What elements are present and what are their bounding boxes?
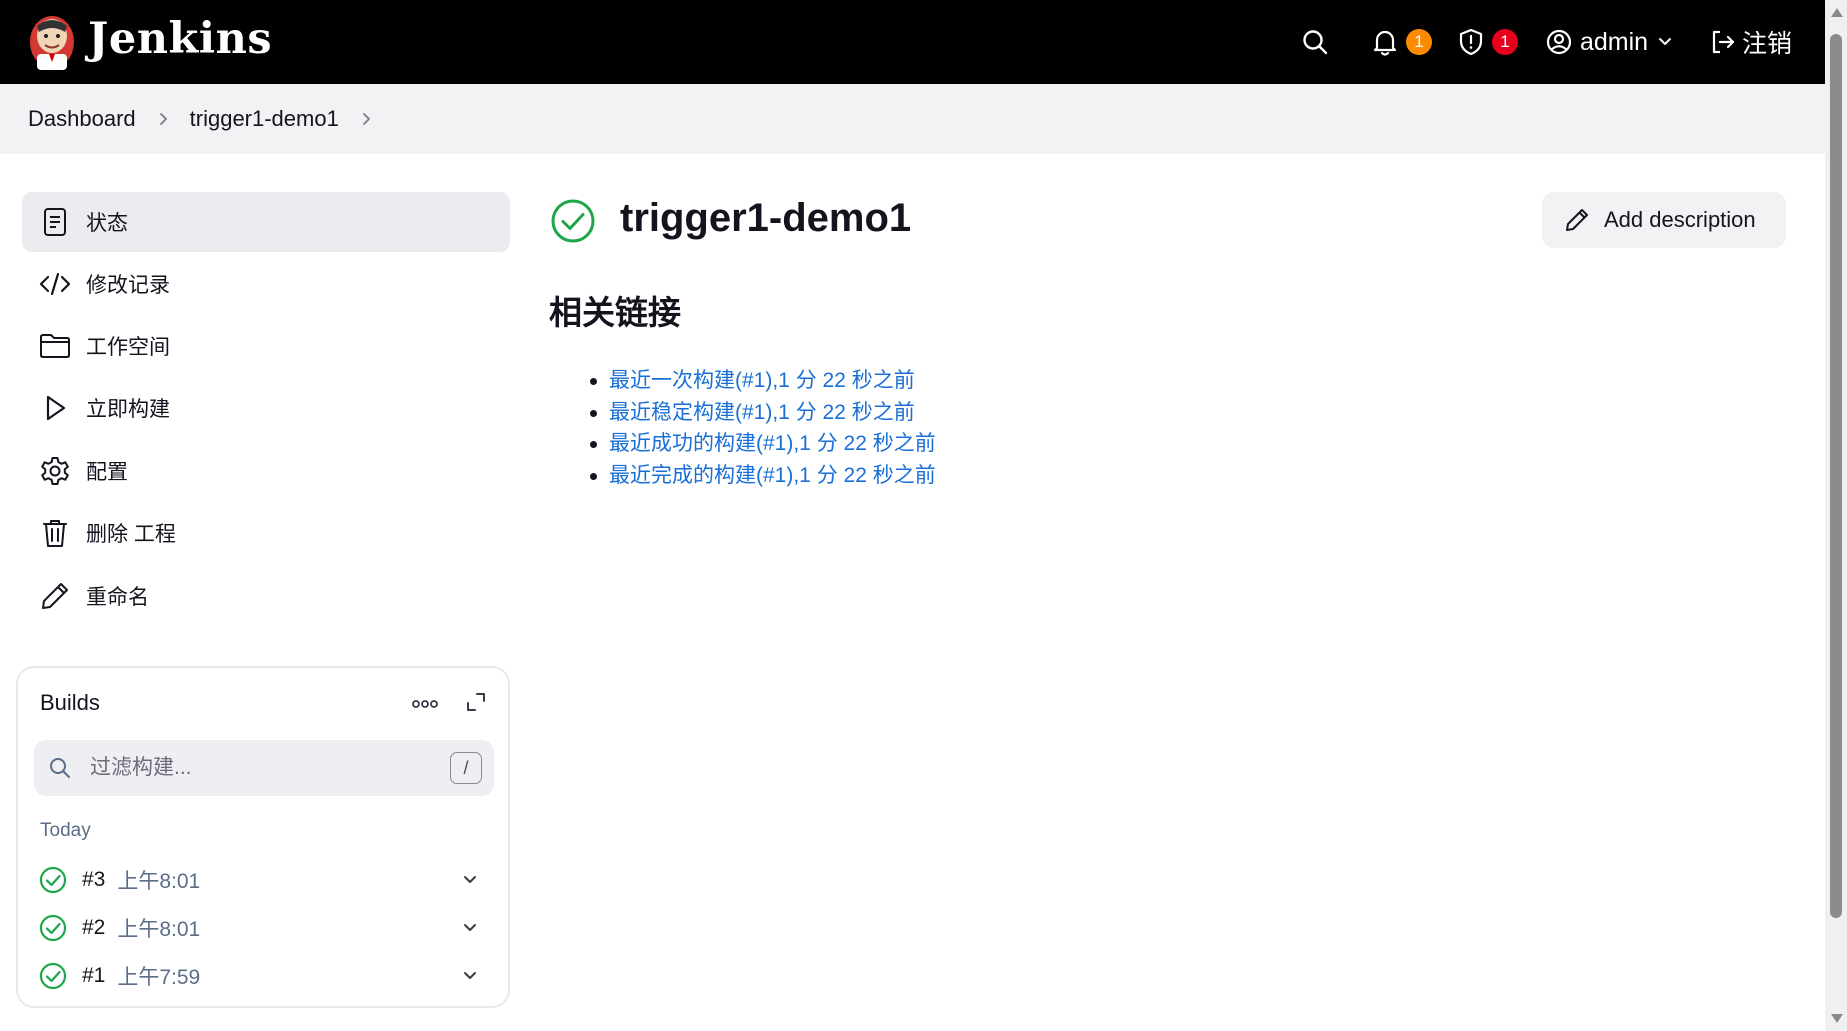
success-check-icon: [39, 914, 67, 942]
build-time: 上午8:01: [117, 918, 201, 941]
sidebar-item-delete-project[interactable]: 删除 工程: [22, 503, 510, 563]
shield-alert-icon: [1459, 28, 1483, 56]
build-number[interactable]: #2: [82, 916, 105, 940]
build-number[interactable]: #3: [82, 868, 105, 892]
search-icon: [50, 758, 70, 778]
more-options-icon[interactable]: [410, 694, 440, 714]
sidebar-item-rename[interactable]: 重命名: [22, 566, 510, 626]
builds-title: Builds: [40, 690, 100, 715]
sidebar-item-build-now[interactable]: 立即构建: [22, 378, 510, 438]
scroll-down-arrow-icon[interactable]: [1831, 1014, 1843, 1023]
build-number[interactable]: #1: [82, 964, 105, 988]
chevron-down-icon: [1659, 38, 1672, 45]
notepad-icon: [38, 205, 72, 239]
sidebar-item-label: 工作空间: [86, 336, 170, 359]
list-item: 最近稳定构建(#1),1 分 22 秒之前: [590, 397, 936, 429]
builds-filter-input[interactable]: [90, 752, 430, 784]
pencil-icon: [1566, 209, 1588, 231]
chevron-down-icon[interactable]: [460, 966, 480, 986]
logout-label: 注销: [1742, 30, 1793, 58]
folder-icon: [38, 329, 72, 363]
sidebar-item-changes[interactable]: 修改记录: [22, 254, 510, 314]
search-icon[interactable]: [1302, 24, 1328, 60]
builds-panel: Builds / Today #3 上午8:01 #2 上午8:01 #1 上午…: [16, 666, 510, 1008]
breadcrumb-job[interactable]: trigger1-demo1: [190, 106, 339, 132]
jenkins-logo-icon[interactable]: [27, 12, 77, 72]
security-button[interactable]: 1: [1458, 24, 1520, 60]
chevron-down-icon[interactable]: [460, 870, 480, 890]
list-item: 最近一次构建(#1),1 分 22 秒之前: [590, 365, 936, 397]
code-icon: [38, 267, 72, 301]
logout-button[interactable]: 注销: [1710, 24, 1792, 60]
builds-search[interactable]: /: [34, 740, 494, 796]
notifications-badge: 1: [1406, 29, 1432, 55]
top-header: Jenkins 1 1 admin 注销: [0, 0, 1825, 84]
list-item: 最近完成的构建(#1),1 分 22 秒之前: [590, 460, 936, 492]
gear-icon: [38, 454, 72, 488]
sidebar-item-label: 删除 工程: [86, 523, 176, 546]
sidebar-item-label: 状态: [86, 212, 128, 235]
permalink-last-completed[interactable]: 最近完成的构建(#1),1 分 22 秒之前: [609, 464, 936, 487]
play-icon: [38, 391, 72, 425]
build-row[interactable]: #1 上午7:59: [38, 956, 494, 996]
build-time: 上午7:59: [117, 966, 201, 989]
success-check-icon: [39, 866, 67, 894]
pencil-icon: [38, 579, 72, 613]
trash-icon: [38, 516, 72, 550]
bell-icon: [1373, 30, 1397, 56]
sidebar-item-label: 立即构建: [86, 398, 170, 421]
section-title: 相关链接: [549, 294, 681, 331]
keyboard-shortcut-hint: /: [450, 752, 482, 784]
page-title: trigger1-demo1: [620, 196, 912, 240]
breadcrumb: Dashboard trigger1-demo1: [0, 84, 1825, 154]
build-time: 上午8:01: [117, 870, 201, 893]
sidebar-item-label: 重命名: [86, 586, 149, 609]
security-badge: 1: [1492, 29, 1518, 55]
vertical-scrollbar[interactable]: [1825, 0, 1847, 1031]
chevron-right-icon[interactable]: [156, 112, 170, 126]
notifications-button[interactable]: 1: [1372, 24, 1434, 60]
sidebar-item-configure[interactable]: 配置: [22, 441, 510, 501]
logout-icon: [1712, 30, 1735, 54]
sidebar-item-label: 修改记录: [86, 274, 170, 297]
permalink-last-successful[interactable]: 最近成功的构建(#1),1 分 22 秒之前: [609, 432, 936, 455]
builds-group-label: Today: [40, 820, 91, 841]
success-check-icon: [551, 199, 595, 243]
sidebar-item-workspace[interactable]: 工作空间: [22, 316, 510, 376]
expand-icon[interactable]: [464, 690, 488, 714]
sidebar-item-label: 配置: [86, 461, 128, 484]
build-row[interactable]: #2 上午8:01: [38, 908, 494, 948]
user-circle-icon: [1546, 29, 1572, 55]
success-check-icon: [39, 962, 67, 990]
permalinks-list: 最近一次构建(#1),1 分 22 秒之前 最近稳定构建(#1),1 分 22 …: [590, 365, 936, 492]
build-row[interactable]: #3 上午8:01: [38, 860, 494, 900]
scroll-up-arrow-icon[interactable]: [1831, 8, 1843, 17]
scroll-thumb[interactable]: [1830, 34, 1842, 918]
add-description-label: Add description: [1604, 207, 1756, 232]
chevron-right-icon[interactable]: [359, 112, 373, 126]
breadcrumb-dashboard[interactable]: Dashboard: [28, 106, 136, 132]
add-description-button[interactable]: Add description: [1542, 192, 1786, 248]
list-item: 最近成功的构建(#1),1 分 22 秒之前: [590, 428, 936, 460]
user-name: admin: [1580, 27, 1649, 56]
permalink-last-stable[interactable]: 最近稳定构建(#1),1 分 22 秒之前: [609, 401, 915, 424]
brand-title[interactable]: Jenkins: [88, 14, 272, 64]
permalink-last-build[interactable]: 最近一次构建(#1),1 分 22 秒之前: [609, 369, 915, 392]
chevron-down-icon[interactable]: [460, 918, 480, 938]
sidebar-item-status[interactable]: 状态: [22, 192, 510, 252]
user-menu[interactable]: admin: [1546, 24, 1672, 60]
